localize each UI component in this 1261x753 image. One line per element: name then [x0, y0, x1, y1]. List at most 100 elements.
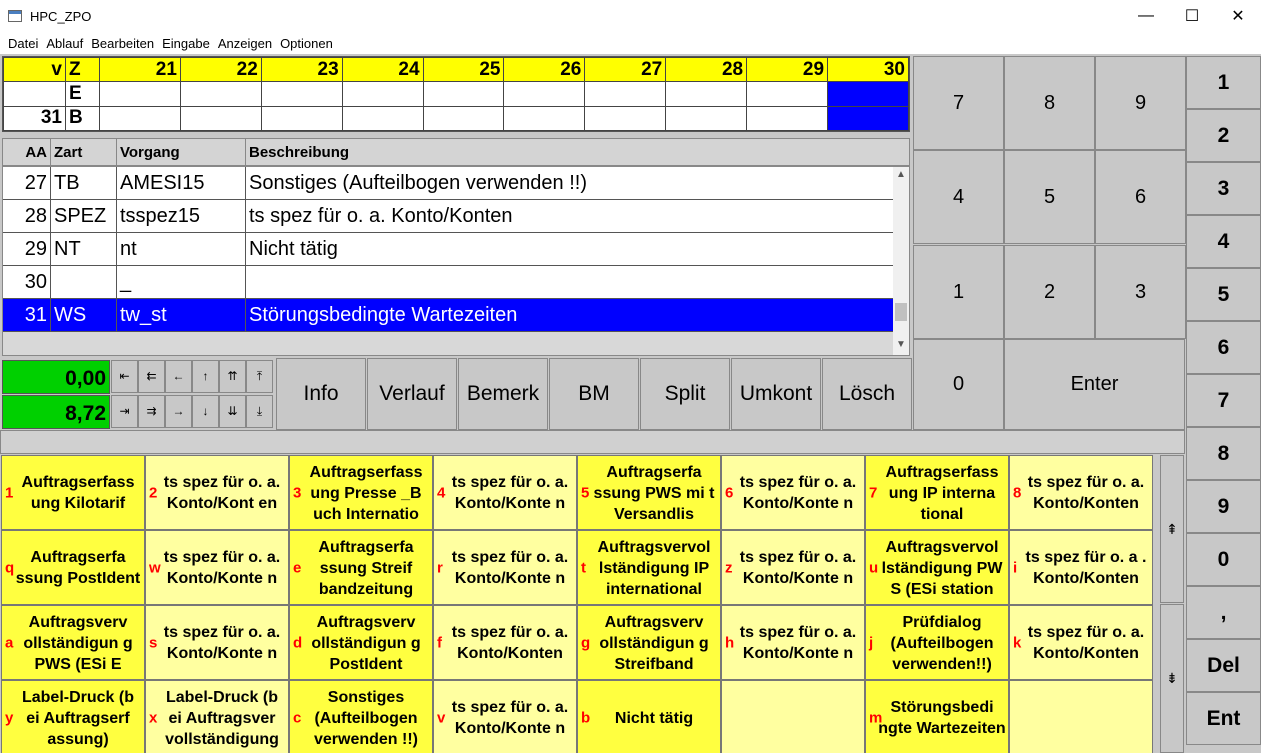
- nav-arrow-button[interactable]: →: [165, 395, 192, 428]
- right-key-0[interactable]: 1: [1186, 56, 1261, 109]
- menu-optionen[interactable]: Optionen: [280, 36, 333, 51]
- right-key-1[interactable]: 2: [1186, 109, 1261, 162]
- function-button-3[interactable]: BM: [549, 358, 639, 430]
- activity-button[interactable]: g Auftragsverv ollständigun g Streifband: [577, 605, 721, 680]
- activity-button[interactable]: e Auftragserfa ssung Streif bandzeitung: [289, 530, 433, 605]
- scroll-down-icon[interactable]: ▼: [893, 339, 909, 355]
- menu-anzeigen[interactable]: Anzeigen: [218, 36, 272, 51]
- activity-button[interactable]: i ts spez für o. a . Konto/Konten: [1009, 530, 1153, 605]
- scroll-thumb[interactable]: [895, 303, 907, 321]
- keypad-6[interactable]: 6: [1095, 150, 1186, 244]
- table-row[interactable]: 28 SPEZ tsspez15 ts spez für o. a. Konto/Ko…: [3, 200, 893, 233]
- grid-cell[interactable]: [260, 81, 343, 107]
- activity-button[interactable]: [721, 680, 865, 753]
- activity-button[interactable]: 4 ts spez für o. a. Konto/Konte n: [433, 455, 577, 530]
- table-row[interactable]: 27 TB AMESI15 Sonstiges (Aufteilbogen verwe…: [3, 167, 893, 200]
- activity-button[interactable]: 5 Auftragserfa ssung PWS mi t Versandlis: [577, 455, 721, 530]
- grid-cell[interactable]: [503, 81, 586, 107]
- activity-button[interactable]: j Prüfdialog (Aufteilbogen verwenden!!): [865, 605, 1009, 680]
- activity-button[interactable]: 1 Auftragserfass ung Kilotarif: [1, 455, 145, 530]
- keypad-8[interactable]: 8: [1004, 56, 1095, 150]
- activity-button[interactable]: c Sonstiges (Aufteilbogen verwenden !!): [289, 680, 433, 753]
- scroll-up-icon[interactable]: ▲: [893, 169, 909, 185]
- activity-button[interactable]: 2 ts spez für o. a. Konto/Kont en: [145, 455, 289, 530]
- menu-bearbeiten[interactable]: Bearbeiten: [91, 36, 154, 51]
- grid-cell[interactable]: [99, 105, 181, 132]
- menu-ablauf[interactable]: Ablauf: [46, 36, 83, 51]
- grid-cell[interactable]: [179, 81, 262, 107]
- function-button-2[interactable]: Bemerk: [458, 358, 548, 430]
- right-key-5[interactable]: 6: [1186, 321, 1261, 374]
- table-row[interactable]: 29 NT nt Nicht tätig: [3, 233, 893, 266]
- grid-cell[interactable]: [341, 81, 424, 107]
- keypad-4[interactable]: 4: [913, 150, 1004, 244]
- activity-button[interactable]: x Label-Druck (b ei Auftragsver vollständ…: [145, 680, 289, 753]
- menu-eingabe[interactable]: Eingabe: [162, 36, 210, 51]
- function-button-6[interactable]: Lösch: [822, 358, 912, 430]
- activity-button[interactable]: y Label-Druck (b ei Auftragserf assung): [1, 680, 145, 753]
- function-button-4[interactable]: Split: [640, 358, 730, 430]
- page-up-button[interactable]: ⇞: [1160, 455, 1184, 603]
- function-button-1[interactable]: Verlauf: [367, 358, 457, 430]
- right-key-7[interactable]: 8: [1186, 427, 1261, 480]
- right-key-8[interactable]: 9: [1186, 480, 1261, 533]
- activity-button[interactable]: z ts spez für o. a. Konto/Konte n: [721, 530, 865, 605]
- nav-arrow-button[interactable]: ⤓: [246, 395, 273, 428]
- grid-cell[interactable]: [746, 81, 829, 107]
- activity-button[interactable]: t Auftragsvervol lständigung IP internati…: [577, 530, 721, 605]
- keypad-0[interactable]: 0: [913, 339, 1004, 430]
- minimize-button[interactable]: —: [1123, 0, 1169, 32]
- activity-button[interactable]: a Auftragsverv ollständigun g PWS (ESi E: [1, 605, 145, 680]
- function-button-5[interactable]: Umkont: [731, 358, 821, 430]
- grid-cell[interactable]: [422, 105, 505, 132]
- grid-cell[interactable]: [584, 105, 667, 132]
- keypad-2[interactable]: 2: [1004, 245, 1095, 339]
- activity-scrollbar[interactable]: ▲ ▼: [893, 167, 909, 355]
- activity-button[interactable]: r ts spez für o. a. Konto/Konte n: [433, 530, 577, 605]
- activity-button[interactable]: d Auftragsverv ollständigun g PostIdent: [289, 605, 433, 680]
- function-button-0[interactable]: Info: [276, 358, 366, 430]
- grid-cell[interactable]: [665, 81, 748, 107]
- grid-cell[interactable]: [503, 105, 586, 132]
- keypad-1[interactable]: 1: [913, 245, 1004, 339]
- activity-button[interactable]: 7 Auftragserfass ung IP interna tional: [865, 455, 1009, 530]
- grid-cell[interactable]: [584, 81, 667, 107]
- keypad-5[interactable]: 5: [1004, 150, 1095, 244]
- activity-button[interactable]: [1009, 680, 1153, 753]
- nav-arrow-button[interactable]: ↑: [192, 360, 219, 393]
- table-row[interactable]: 30 _: [3, 266, 893, 299]
- activity-button[interactable]: w ts spez für o. a. Konto/Konte n: [145, 530, 289, 605]
- nav-arrow-button[interactable]: ⇤: [111, 360, 138, 393]
- grid-cell[interactable]: [746, 105, 829, 132]
- nav-arrow-button[interactable]: ⇊: [219, 395, 246, 428]
- menu-datei[interactable]: Datei: [8, 36, 38, 51]
- nav-arrow-button[interactable]: ⇈: [219, 360, 246, 393]
- nav-arrow-button[interactable]: ⇇: [138, 360, 165, 393]
- right-key-4[interactable]: 5: [1186, 268, 1261, 321]
- right-key-3[interactable]: 4: [1186, 215, 1261, 268]
- activity-button[interactable]: m Störungsbedi ngte Wartezeiten: [865, 680, 1009, 753]
- right-key-12[interactable]: Ent: [1186, 692, 1261, 745]
- activity-button[interactable]: h ts spez für o. a. Konto/Konte n: [721, 605, 865, 680]
- grid-cell[interactable]: [827, 81, 909, 107]
- activity-button[interactable]: f ts spez für o. a. Konto/Konten: [433, 605, 577, 680]
- activity-button[interactable]: v ts spez für o. a. Konto/Konte n: [433, 680, 577, 753]
- activity-button[interactable]: k ts spez für o. a. Konto/Konten: [1009, 605, 1153, 680]
- grid-cell[interactable]: [665, 105, 748, 132]
- nav-arrow-button[interactable]: ⇉: [138, 395, 165, 428]
- activity-button[interactable]: u Auftragsvervol lständigung PW S (ESi st…: [865, 530, 1009, 605]
- activity-button[interactable]: q Auftragserfa ssung PostIdent: [1, 530, 145, 605]
- right-key-2[interactable]: 3: [1186, 162, 1261, 215]
- page-down-button[interactable]: ⇟: [1160, 604, 1184, 753]
- maximize-button[interactable]: ☐: [1169, 0, 1215, 32]
- keypad-7[interactable]: 7: [913, 56, 1004, 150]
- nav-arrow-button[interactable]: ↓: [192, 395, 219, 428]
- nav-arrow-button[interactable]: ⇥: [111, 395, 138, 428]
- grid-cell[interactable]: [341, 105, 424, 132]
- keypad-enter[interactable]: Enter: [1004, 339, 1185, 430]
- nav-arrow-button[interactable]: ←: [165, 360, 192, 393]
- activity-button[interactable]: 6 ts spez für o. a. Konto/Konte n: [721, 455, 865, 530]
- close-button[interactable]: ✕: [1215, 0, 1261, 32]
- grid-cell[interactable]: [179, 105, 262, 132]
- activity-button[interactable]: b Nicht tätig: [577, 680, 721, 753]
